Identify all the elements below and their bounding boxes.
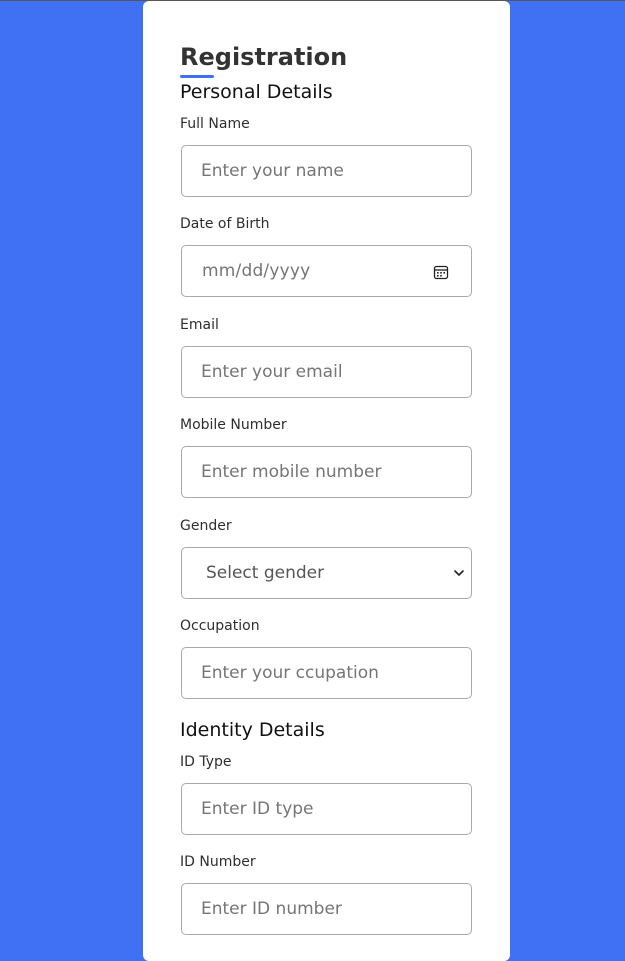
id-number-field-box — [181, 883, 472, 935]
occupation-field-box — [181, 647, 472, 699]
gender-selected-value: Select gender — [206, 563, 325, 583]
id-type-field-box — [181, 783, 472, 835]
email-field-box — [181, 346, 472, 398]
email-label: Email — [180, 317, 219, 333]
mobile-field-box — [181, 446, 472, 498]
section-title-personal: Personal Details — [180, 81, 333, 103]
id-number-input[interactable] — [182, 884, 471, 934]
full-name-input[interactable] — [182, 146, 471, 196]
occupation-label: Occupation — [180, 618, 260, 634]
gender-label: Gender — [180, 518, 232, 534]
dob-label: Date of Birth — [180, 216, 270, 232]
registration-card: Registration Personal Details Full Name … — [143, 1, 510, 961]
id-type-label: ID Type — [180, 754, 232, 770]
mobile-input[interactable] — [182, 447, 471, 497]
occupation-input[interactable] — [182, 648, 471, 698]
dob-placeholder: mm/dd/yyyy — [202, 261, 311, 281]
gender-select[interactable]: Select gender — [181, 547, 472, 599]
page-title: Registration — [180, 43, 348, 71]
id-number-label: ID Number — [180, 854, 256, 870]
full-name-field-box — [181, 145, 472, 197]
email-input[interactable] — [182, 347, 471, 397]
dob-input[interactable]: mm/dd/yyyy — [181, 245, 472, 297]
calendar-icon[interactable] — [433, 264, 449, 280]
title-underline — [180, 75, 214, 78]
full-name-label: Full Name — [180, 116, 250, 132]
section-title-identity: Identity Details — [180, 719, 325, 741]
id-type-input[interactable] — [182, 784, 471, 834]
mobile-label: Mobile Number — [180, 417, 287, 433]
chevron-down-icon — [454, 570, 464, 576]
